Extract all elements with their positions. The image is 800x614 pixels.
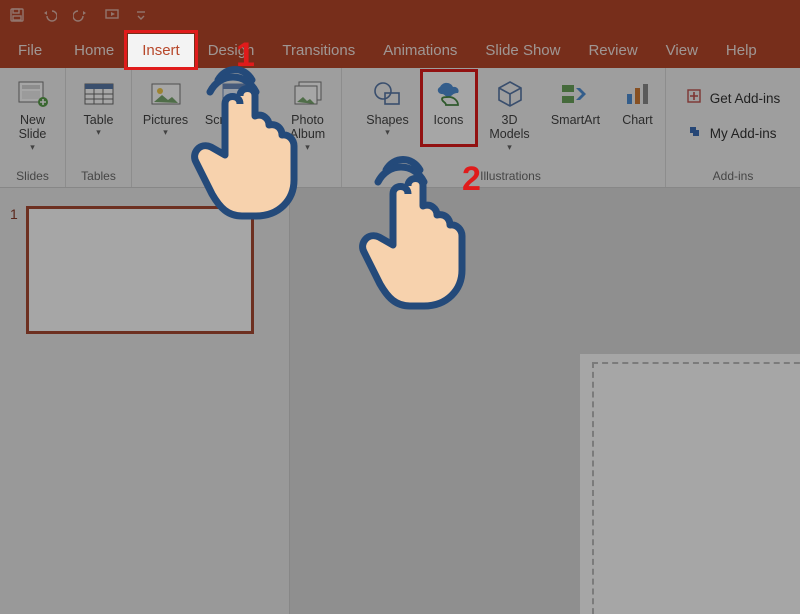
tab-review[interactable]: Review <box>574 34 651 68</box>
3d-models-button[interactable]: 3D Models▾ <box>481 72 539 155</box>
photo-album-icon <box>290 77 326 111</box>
get-addins-button[interactable]: Get Add-ins <box>686 88 781 109</box>
tab-home[interactable]: Home <box>60 34 128 68</box>
slide-canvas[interactable] <box>580 354 800 614</box>
chart-icon <box>620 77 656 111</box>
icons-icon <box>431 77 467 111</box>
icons-button[interactable]: Icons <box>423 72 475 144</box>
group-images: Pictures▾ Screenshot▾ Photo Album▾ Image… <box>132 68 342 187</box>
powerpoint-window: File Home Insert Design Transitions Anim… <box>0 0 800 614</box>
table-button[interactable]: Table▾ <box>70 72 128 144</box>
screenshot-label: Screenshot <box>205 113 268 127</box>
thumbnail-item[interactable]: 1 <box>10 206 279 334</box>
title-bar <box>0 0 800 30</box>
group-images-label: Images <box>138 166 335 187</box>
slide-canvas-area[interactable] <box>290 188 800 614</box>
screenshot-icon <box>219 77 255 111</box>
get-addins-label: Get Add-ins <box>710 91 781 106</box>
save-icon[interactable] <box>8 6 26 24</box>
tab-slideshow[interactable]: Slide Show <box>471 34 574 68</box>
new-slide-label: New Slide <box>19 113 47 142</box>
photo-album-label: Photo Album <box>290 113 325 142</box>
group-illustrations-label: Illustrations <box>362 166 659 187</box>
group-addins: Get Add-ins My Add-ins Add-ins <box>666 68 800 187</box>
chart-button[interactable]: Chart <box>613 72 663 144</box>
pictures-label: Pictures <box>143 113 188 127</box>
tab-animations[interactable]: Animations <box>369 34 471 68</box>
screenshot-button[interactable]: Screenshot▾ <box>201 72 273 144</box>
group-tables-label: Tables <box>72 166 125 187</box>
pictures-icon <box>148 77 184 111</box>
icons-label: Icons <box>434 113 464 127</box>
photo-album-button[interactable]: Photo Album▾ <box>279 72 337 155</box>
new-slide-icon <box>15 77 51 111</box>
workspace: 1 <box>0 188 800 614</box>
get-addins-icon <box>686 88 704 109</box>
shapes-icon <box>370 77 406 111</box>
tab-design[interactable]: Design <box>194 34 269 68</box>
smartart-icon <box>558 77 594 111</box>
shapes-button[interactable]: Shapes▾ <box>359 72 417 144</box>
smartart-label: SmartArt <box>551 113 600 127</box>
smartart-button[interactable]: SmartArt <box>545 72 607 144</box>
3d-models-icon <box>492 77 528 111</box>
thumbnail-index: 1 <box>10 206 18 334</box>
pictures-button[interactable]: Pictures▾ <box>137 72 195 144</box>
group-slides: New Slide▾ Slides <box>0 68 66 187</box>
tab-help[interactable]: Help <box>712 34 771 68</box>
group-illustrations: Shapes▾ Icons 3D Models▾ <box>356 68 666 187</box>
slide-thumbnails-pane[interactable]: 1 <box>0 188 290 614</box>
annotation-step-1: 1 <box>236 36 255 75</box>
tab-insert[interactable]: Insert <box>128 34 194 68</box>
undo-icon[interactable] <box>40 6 58 24</box>
tab-view[interactable]: View <box>652 34 712 68</box>
annotation-step-2: 2 <box>462 160 481 199</box>
start-from-beginning-icon[interactable] <box>104 6 122 24</box>
tab-transitions[interactable]: Transitions <box>268 34 369 68</box>
ribbon-tabs: File Home Insert Design Transitions Anim… <box>0 30 800 68</box>
chart-label: Chart <box>622 113 653 127</box>
my-addins-button[interactable]: My Add-ins <box>686 123 781 144</box>
qat-customize-icon[interactable] <box>136 6 146 24</box>
ribbon: New Slide▾ Slides Table▾ Tables <box>0 68 800 188</box>
group-addins-label: Add-ins <box>672 166 794 187</box>
my-addins-label: My Add-ins <box>710 126 777 141</box>
group-slides-label: Slides <box>6 166 59 187</box>
thumbnail-preview[interactable] <box>26 206 254 334</box>
3d-models-label: 3D Models <box>489 113 529 142</box>
new-slide-button[interactable]: New Slide▾ <box>4 72 62 155</box>
shapes-label: Shapes <box>366 113 408 127</box>
my-addins-icon <box>686 123 704 144</box>
table-label: Table <box>84 113 114 127</box>
group-tables: Table▾ Tables <box>66 68 132 187</box>
table-icon <box>81 77 117 111</box>
content-placeholder[interactable] <box>592 362 800 614</box>
redo-icon[interactable] <box>72 6 90 24</box>
tab-file[interactable]: File <box>0 34 60 68</box>
